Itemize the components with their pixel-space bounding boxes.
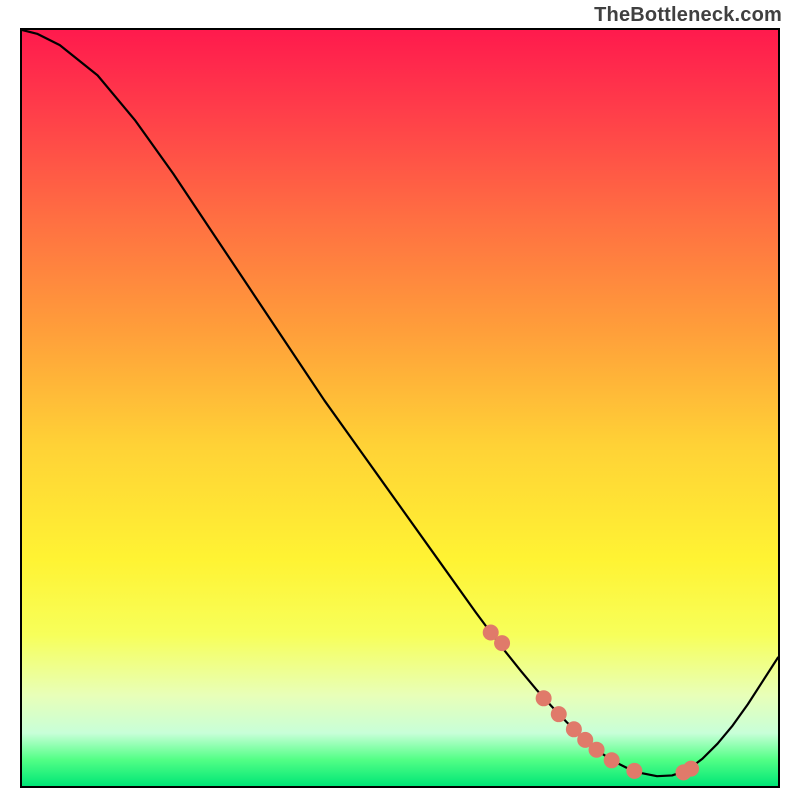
chart-container: TheBottleneck.com: [0, 0, 800, 800]
attribution-label: TheBottleneck.com: [594, 4, 782, 27]
marker-point: [589, 742, 605, 758]
chart-svg: [22, 30, 778, 786]
marker-point: [551, 706, 567, 722]
marker-point: [536, 690, 552, 706]
curve-line: [22, 30, 778, 776]
marker-point: [626, 763, 642, 779]
marker-group: [483, 625, 699, 781]
marker-point: [604, 752, 620, 768]
marker-point: [494, 635, 510, 651]
marker-point: [683, 761, 699, 777]
plot-area: [20, 28, 780, 788]
